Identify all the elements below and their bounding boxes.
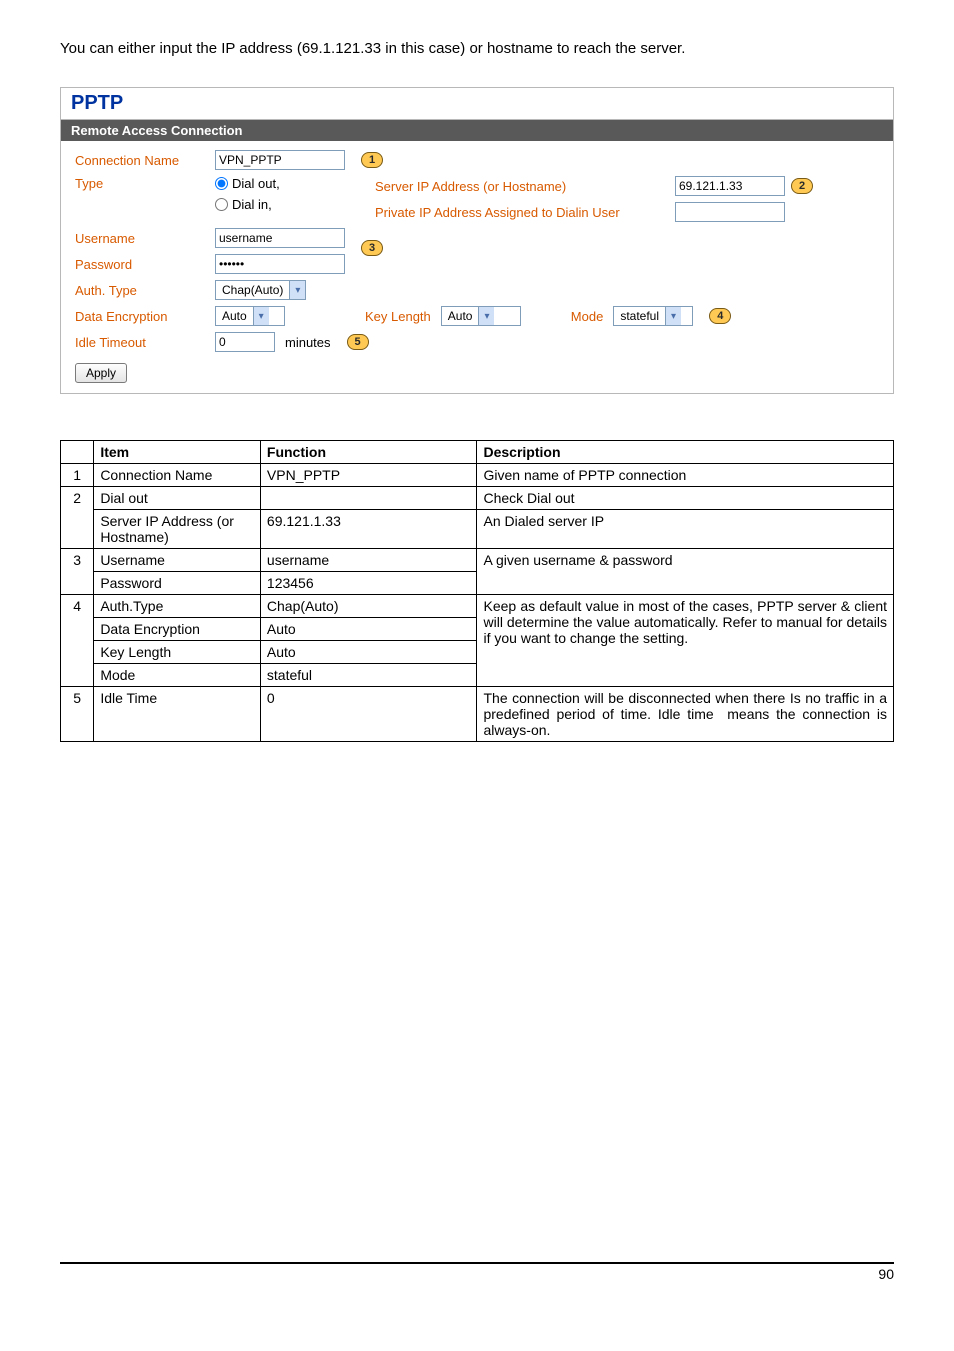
chevron-down-icon: ▾ [478,307,494,325]
table-header: Function [260,441,477,464]
mode-select[interactable]: stateful ▾ [613,306,693,326]
table-header [61,441,94,464]
auth-type-label: Auth. Type [75,283,215,298]
username-input[interactable] [215,228,345,248]
table-row: 2 Dial out Check Dial out [61,487,894,510]
connection-name-input[interactable] [215,150,345,170]
server-ip-label: Server IP Address (or Hostname) [375,179,675,194]
dial-in-label: Dial in, [232,197,272,212]
chevron-down-icon: ▾ [665,307,681,325]
type-label: Type [75,176,215,191]
panel-subtitle: Remote Access Connection [61,120,893,141]
private-ip-label: Private IP Address Assigned to Dialin Us… [375,205,675,220]
data-encryption-select[interactable]: Auto ▾ [215,306,285,326]
description-table: Item Function Description 1 Connection N… [60,440,894,742]
mode-label: Mode [571,309,604,324]
table-header: Item [94,441,261,464]
badge-2: 2 [791,178,813,194]
password-label: Password [75,257,215,272]
table-header: Description [477,441,894,464]
chevron-down-icon: ▾ [253,307,269,325]
idle-timeout-input[interactable] [215,332,275,352]
key-length-label: Key Length [365,309,431,324]
idle-timeout-label: Idle Timeout [75,335,215,350]
auth-type-select[interactable]: Chap(Auto) ▾ [215,280,306,300]
badge-3: 3 [361,240,383,256]
table-row: 4 Auth.Type Chap(Auto) Keep as default v… [61,595,894,618]
connection-name-label: Connection Name [75,153,215,168]
pptp-panel: PPTP Remote Access Connection Connection… [60,87,894,394]
table-row: 5 Idle Time 0 The connection will be dis… [61,687,894,742]
apply-button[interactable]: Apply [75,363,127,383]
panel-title: PPTP [61,88,893,120]
dial-in-radio[interactable] [215,198,228,211]
private-ip-input[interactable] [675,202,785,222]
idle-timeout-unit: minutes [285,335,331,350]
key-length-select[interactable]: Auto ▾ [441,306,521,326]
page-number: 90 [60,1262,894,1282]
badge-4: 4 [709,308,731,324]
chevron-down-icon: ▾ [289,281,305,299]
badge-5: 5 [347,334,369,350]
password-input[interactable] [215,254,345,274]
username-label: Username [75,231,215,246]
dial-out-radio[interactable] [215,177,228,190]
data-encryption-label: Data Encryption [75,309,215,324]
table-row: 1 Connection Name VPN_PPTP Given name of… [61,464,894,487]
table-row: 3 Username username A given username & p… [61,549,894,572]
intro-text: You can either input the IP address (69.… [60,40,894,57]
dial-out-label: Dial out, [232,176,280,191]
server-ip-input[interactable] [675,176,785,196]
table-row: Server IP Address (or Hostname) 69.121.1… [61,510,894,549]
badge-1: 1 [361,152,383,168]
